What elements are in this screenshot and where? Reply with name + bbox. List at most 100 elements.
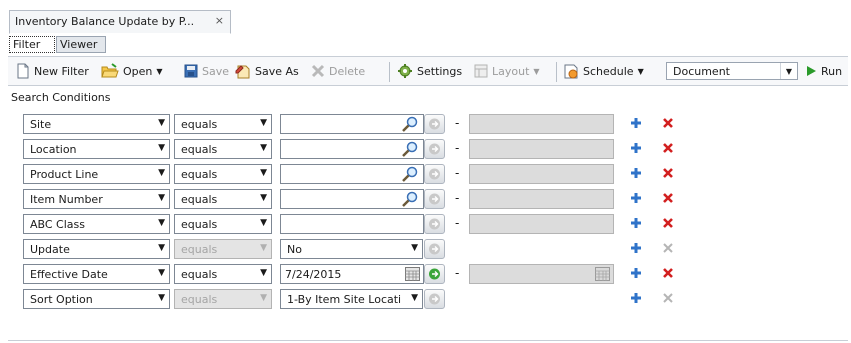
schedule-button[interactable]: Schedule ▼ — [563, 63, 644, 79]
arrow-right-icon — [429, 268, 440, 280]
tab-viewer[interactable]: Viewer — [56, 36, 106, 53]
remove-condition-icon[interactable] — [662, 142, 674, 154]
chevron-down-icon: ▼ — [260, 143, 267, 153]
document-tab[interactable]: Inventory Balance Update by P... × — [9, 10, 231, 34]
value-input[interactable] — [280, 164, 424, 184]
output-format-select[interactable]: Document ▼ — [666, 62, 798, 80]
folder-open-icon — [101, 63, 119, 78]
add-condition-icon[interactable] — [630, 217, 642, 229]
operator-select[interactable]: equals ▼ — [174, 139, 272, 159]
lookup-go-button[interactable] — [424, 239, 445, 259]
close-icon[interactable]: × — [215, 14, 224, 27]
chevron-down-icon: ▼ — [533, 66, 540, 76]
lookup-go-button[interactable] — [424, 114, 445, 134]
operator-value: equals — [181, 268, 218, 281]
layout-icon — [474, 64, 488, 78]
add-condition-icon[interactable] — [630, 242, 642, 254]
date-input[interactable]: 7/24/2015 — [280, 264, 424, 284]
value-input[interactable] — [280, 214, 424, 234]
add-condition-icon[interactable] — [630, 192, 642, 204]
field-select[interactable]: ABC Class ▼ — [23, 214, 170, 234]
schedule-icon — [564, 64, 578, 79]
condition-row-location: Location ▼ equals ▼ - — [0, 139, 851, 159]
search-icon[interactable] — [401, 191, 419, 207]
chevron-down-icon[interactable]: ▼ — [780, 63, 797, 79]
toolbar-divider — [389, 62, 390, 82]
chevron-down-icon: ▼ — [260, 118, 267, 128]
layout-button[interactable]: Layout ▼ — [474, 63, 540, 79]
play-icon — [807, 66, 816, 76]
field-select[interactable]: Item Number ▼ — [23, 189, 170, 209]
field-select[interactable]: Site ▼ — [23, 114, 170, 134]
chevron-down-icon: ▼ — [158, 118, 165, 128]
search-icon[interactable] — [401, 166, 419, 182]
settings-button[interactable]: Settings — [397, 63, 462, 79]
save-as-button[interactable]: Save As — [235, 63, 299, 79]
operator-select[interactable]: equals ▼ — [174, 164, 272, 184]
condition-row-abc-class: ABC Class ▼ equals ▼ - — [0, 214, 851, 234]
lookup-go-button[interactable] — [424, 189, 445, 209]
condition-row-product-line: Product Line ▼ equals ▼ - — [0, 164, 851, 184]
add-condition-icon[interactable] — [630, 167, 642, 179]
condition-row-update: Update ▼ equals ▼ No ▼ — [0, 239, 851, 259]
add-condition-icon[interactable] — [630, 142, 642, 154]
remove-condition-icon[interactable] — [662, 267, 674, 279]
chevron-down-icon: ▼ — [260, 243, 267, 253]
value-text: 7/24/2015 — [285, 268, 342, 281]
chevron-down-icon: ▼ — [260, 293, 267, 303]
value-input[interactable] — [280, 189, 424, 209]
range-separator: - — [455, 166, 460, 180]
remove-condition-icon[interactable] — [662, 217, 674, 229]
remove-condition-icon[interactable] — [662, 117, 674, 129]
save-button[interactable]: Save — [184, 63, 229, 79]
calendar-icon[interactable] — [405, 267, 420, 281]
field-value: Item Number — [30, 193, 103, 206]
value-input[interactable] — [280, 114, 424, 134]
run-button[interactable]: Run — [805, 63, 842, 79]
remove-condition-icon — [663, 293, 673, 303]
field-select[interactable]: Product Line ▼ — [23, 164, 170, 184]
add-condition-icon[interactable] — [630, 267, 642, 279]
value-text: No — [287, 243, 302, 256]
remove-condition-icon[interactable] — [662, 192, 674, 204]
chevron-down-icon: ▼ — [260, 168, 267, 178]
value-select[interactable]: 1-By Item Site Locati ▼ — [280, 289, 423, 309]
condition-row-item-number: Item Number ▼ equals ▼ - — [0, 189, 851, 209]
chevron-down-icon: ▼ — [158, 268, 165, 278]
operator-select[interactable]: equals ▼ — [174, 114, 272, 134]
search-icon[interactable] — [401, 141, 419, 157]
lookup-go-button[interactable] — [424, 264, 445, 284]
lookup-go-button[interactable] — [424, 164, 445, 184]
add-condition-icon[interactable] — [630, 292, 642, 304]
arrow-right-icon — [429, 293, 440, 305]
remove-condition-icon[interactable] — [662, 167, 674, 179]
toolbar: New Filter Open ▼ Save Save As Delete Se… — [8, 56, 848, 86]
chevron-down-icon: ▼ — [158, 293, 165, 303]
new-filter-button[interactable]: New Filter — [16, 63, 89, 79]
field-select[interactable]: Effective Date ▼ — [23, 264, 170, 284]
add-condition-icon[interactable] — [630, 117, 642, 129]
field-select[interactable]: Sort Option ▼ — [23, 289, 170, 309]
operator-select: equals ▼ — [174, 239, 272, 259]
condition-row-site: Site ▼ equals ▼ - — [0, 114, 851, 134]
field-value: Location — [30, 143, 77, 156]
chevron-down-icon: ▼ — [158, 193, 165, 203]
panel-bottom-border — [8, 340, 848, 341]
field-select[interactable]: Location ▼ — [23, 139, 170, 159]
operator-select[interactable]: equals ▼ — [174, 264, 272, 284]
open-button[interactable]: Open ▼ — [101, 63, 163, 79]
delete-button[interactable]: Delete — [311, 63, 365, 79]
operator-select[interactable]: equals ▼ — [174, 214, 272, 234]
lookup-go-button[interactable] — [424, 289, 445, 309]
value-select[interactable]: No ▼ — [280, 239, 423, 259]
field-select[interactable]: Update ▼ — [23, 239, 170, 259]
lookup-go-button[interactable] — [424, 214, 445, 234]
lookup-go-button[interactable] — [424, 139, 445, 159]
operator-select[interactable]: equals ▼ — [174, 189, 272, 209]
value-input[interactable] — [280, 139, 424, 159]
chevron-down-icon: ▼ — [411, 293, 418, 303]
tab-filter[interactable]: Filter — [9, 36, 55, 53]
operator-value: equals — [181, 218, 218, 231]
chevron-down-icon: ▼ — [637, 66, 644, 76]
search-icon[interactable] — [401, 116, 419, 132]
